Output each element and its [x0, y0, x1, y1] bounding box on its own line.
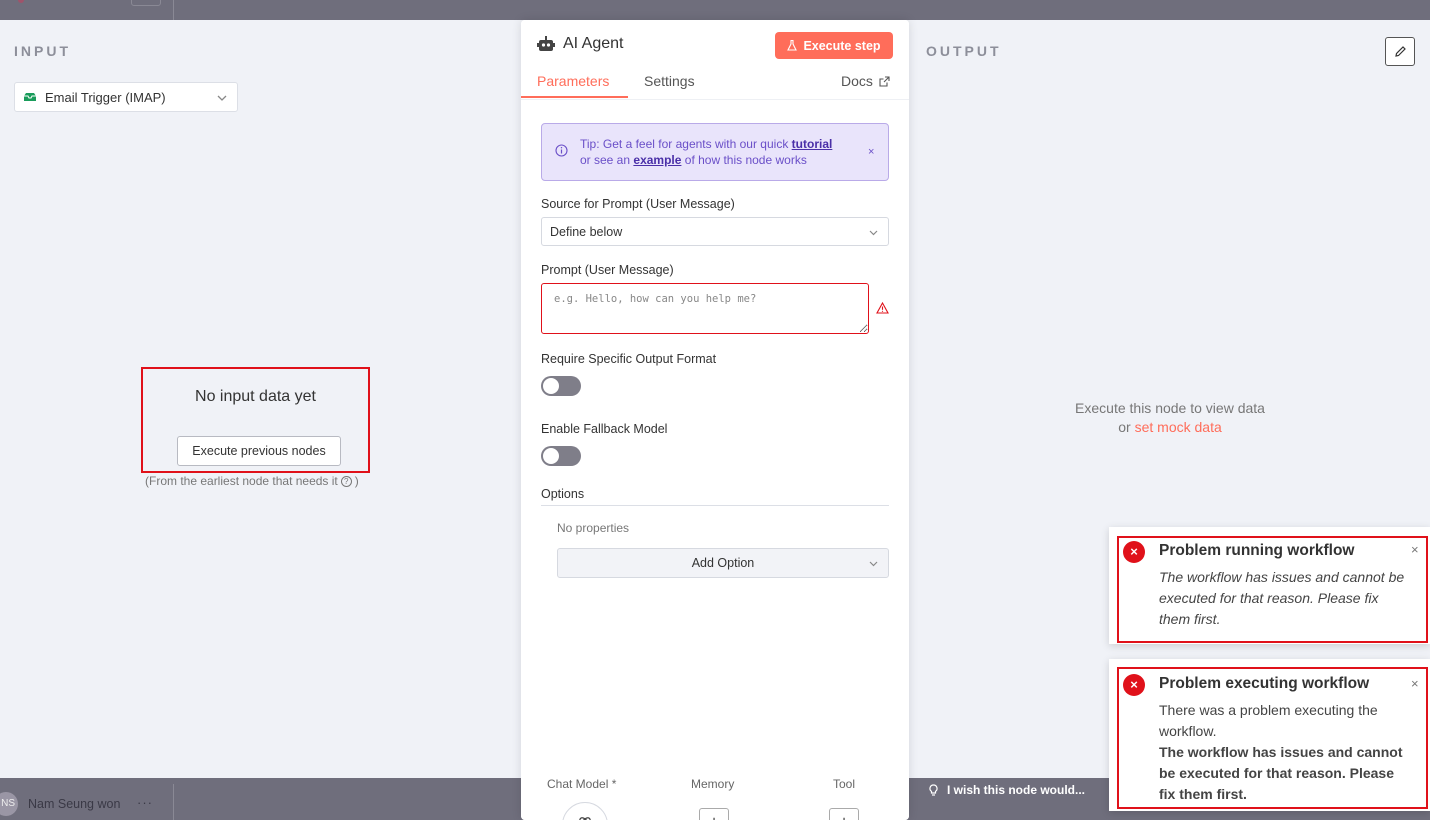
node-title[interactable]: AI Agent — [563, 35, 624, 53]
tip-text-part: of how this node works — [684, 153, 807, 167]
memory-label: Memory — [691, 777, 735, 791]
earliest-note-text: (From the earliest node that needs it — [145, 474, 338, 488]
tip-close-icon[interactable]: × — [868, 144, 874, 160]
no-properties-text: No properties — [557, 521, 630, 535]
external-link-icon — [879, 75, 890, 87]
input-node-select-value: Email Trigger (IMAP) — [45, 89, 166, 105]
node-parameters-panel: AI Agent Execute step Parameters Setting… — [521, 20, 909, 820]
tip-text: Tip: Get a feel for agents with our quic… — [580, 136, 860, 168]
parameters-body: Tip: Get a feel for agents with our quic… — [521, 100, 909, 820]
example-link[interactable]: example — [633, 153, 681, 167]
source-prompt-label: Source for Prompt (User Message) — [541, 197, 735, 211]
execute-step-button[interactable]: Execute step — [775, 32, 893, 59]
warning-icon — [876, 302, 889, 314]
pencil-icon — [1394, 46, 1406, 57]
divider — [173, 784, 174, 820]
robot-icon — [537, 36, 555, 51]
user-menu-button: ··· — [137, 795, 153, 810]
active-tab-indicator — [521, 96, 628, 98]
tool-label: Tool — [833, 777, 856, 791]
fallback-model-toggle[interactable] — [541, 446, 581, 466]
envelope-icon — [24, 93, 36, 101]
feedback-link[interactable]: I wish this node would... — [928, 783, 1085, 797]
output-empty-state: Execute this node to view data or set mo… — [1040, 399, 1300, 437]
input-node-select[interactable]: Email Trigger (IMAP) — [14, 82, 238, 112]
toast-highlight — [1117, 536, 1428, 643]
info-icon — [555, 144, 568, 157]
prompt-input[interactable] — [541, 283, 869, 334]
require-format-toggle[interactable] — [541, 376, 581, 396]
add-memory-button[interactable]: + — [699, 808, 729, 820]
earliest-note-suffix: ) — [354, 474, 359, 488]
earliest-node-note: (From the earliest node that needs it ? … — [145, 474, 359, 488]
canvas-top-strip — [0, 0, 1430, 20]
tab-parameters[interactable]: Parameters — [537, 73, 609, 89]
fallback-model-label: Enable Fallback Model — [541, 422, 668, 436]
execute-step-label: Execute step — [803, 38, 881, 53]
add-option-label: Add Option — [691, 556, 755, 570]
tab-docs[interactable]: Docs — [841, 73, 890, 89]
output-or-text: or — [1118, 419, 1131, 435]
no-input-highlight: No input data yet Execute previous nodes — [141, 367, 370, 473]
require-format-label: Require Specific Output Format — [541, 352, 717, 366]
canvas-toolbar-button — [131, 0, 161, 6]
add-option-button[interactable]: Add Option — [557, 548, 889, 578]
output-empty-text: Execute this node to view data — [1075, 400, 1265, 416]
docs-label: Docs — [841, 73, 873, 89]
tip-text-part: or see an — [580, 153, 631, 167]
chevron-down-icon — [869, 230, 878, 236]
execute-previous-nodes-button[interactable]: Execute previous nodes — [177, 436, 341, 466]
feedback-text: I wish this node would... — [947, 783, 1085, 797]
source-prompt-select[interactable]: Define below — [541, 217, 889, 246]
output-panel-title: OUTPUT — [926, 43, 1002, 59]
edit-output-button[interactable] — [1385, 37, 1415, 66]
tip-callout: Tip: Get a feel for agents with our quic… — [541, 123, 889, 181]
options-label: Options — [541, 487, 585, 501]
tip-text-part: Tip: Get a feel for agents with our quic… — [580, 137, 789, 151]
no-input-title: No input data yet — [195, 388, 316, 405]
toggle-knob — [543, 378, 559, 394]
toast-highlight — [1117, 667, 1428, 809]
divider — [541, 505, 889, 506]
toggle-knob — [543, 448, 559, 464]
source-prompt-value: Define below — [550, 224, 623, 239]
chat-model-node[interactable] — [562, 802, 608, 820]
prompt-label: Prompt (User Message) — [541, 263, 674, 277]
user-name: Nam Seung won — [28, 797, 121, 811]
add-tool-button[interactable]: + — [829, 808, 859, 820]
chevron-down-icon — [217, 95, 227, 101]
set-mock-data-link[interactable]: set mock data — [1135, 419, 1222, 435]
panel-header: AI Agent Execute step Parameters Setting… — [521, 20, 909, 100]
chevron-down-icon — [869, 561, 878, 567]
status-dot — [18, 0, 24, 3]
input-panel-title: INPUT — [14, 43, 71, 59]
openai-icon — [579, 817, 591, 820]
chat-model-label: Chat Model * — [547, 777, 617, 791]
tab-settings[interactable]: Settings — [644, 73, 695, 89]
help-icon[interactable]: ? — [340, 475, 352, 487]
flask-icon — [787, 40, 798, 51]
divider — [173, 0, 174, 20]
lightbulb-icon — [929, 783, 938, 796]
tutorial-link[interactable]: tutorial — [792, 137, 833, 151]
